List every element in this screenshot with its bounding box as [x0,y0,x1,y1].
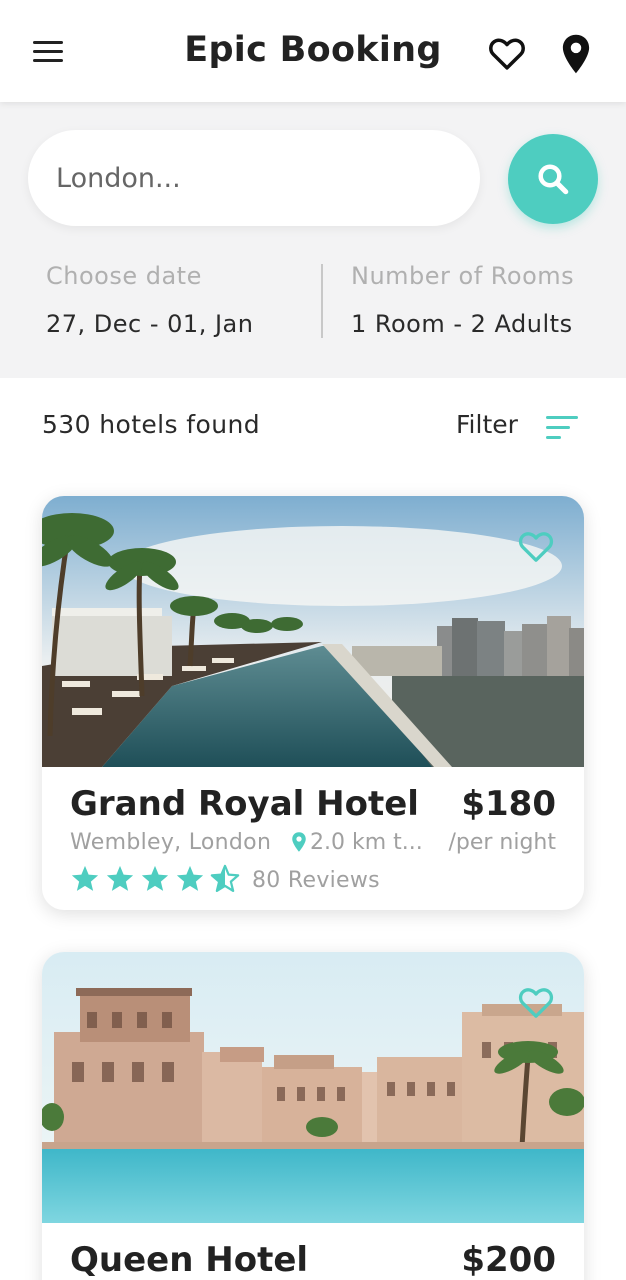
filter-label: Filter [456,410,518,439]
search-icon [538,164,569,195]
divider [321,264,323,338]
star-icon [106,865,134,891]
rooms-picker[interactable]: 1 Room - 2 Adults [351,310,573,338]
heart-outline-icon[interactable] [486,32,528,74]
hotel-photo [42,496,584,767]
star-icon [176,865,204,891]
date-label: Choose date [46,262,202,290]
hotel-name: Queen Hotel [70,1240,309,1280]
hotel-location: Wembley, London [70,830,272,855]
location-pin-icon[interactable] [555,32,597,76]
star-icon [71,865,99,891]
hotel-name: Grand Royal Hotel [70,784,419,824]
rooms-label: Number of Rooms [351,262,575,290]
favorite-heart-icon[interactable] [516,982,556,1022]
per-night-label: /per night [448,830,556,855]
search-button[interactable] [508,134,598,224]
search-panel: Choose date 27, Dec - 01, Jan Number of … [0,102,626,378]
half-star-icon [210,864,240,892]
results-count: 530 hotels found [42,410,260,439]
hotel-price: $200 [461,1240,556,1280]
search-input[interactable] [28,130,480,226]
date-picker[interactable]: 27, Dec - 01, Jan [46,310,253,338]
hotel-price: $180 [461,784,556,824]
hotel-card[interactable]: Grand Royal Hotel $180 Wembley, London 2… [42,496,584,910]
filter-button[interactable]: Filter [456,406,586,446]
hotel-card[interactable]: Queen Hotel $200 [42,952,584,1280]
hotel-photo [42,952,584,1223]
app-title: Epic Booking [184,30,442,70]
hotel-distance: 2.0 km t... [310,830,423,855]
filter-icon [546,416,578,439]
location-pin-icon [292,832,306,852]
app-bar: Epic Booking [0,0,626,102]
star-icon [141,865,169,891]
review-count: 80 Reviews [252,868,380,893]
favorite-heart-icon[interactable] [516,526,556,566]
